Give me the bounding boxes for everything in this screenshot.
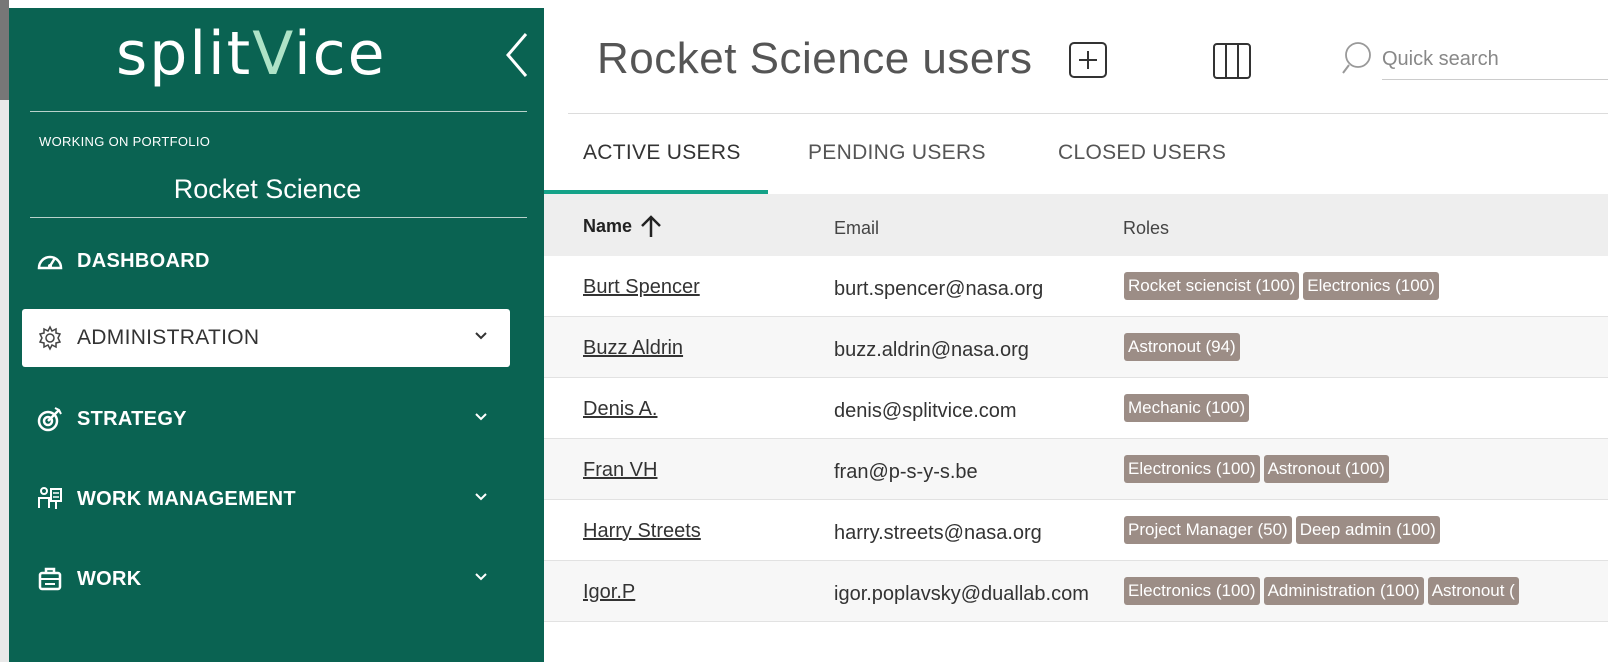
user-email: igor.poplavsky@duallab.com (834, 583, 1089, 605)
role-badge: Astronout (100) (1263, 455, 1389, 483)
search-icon (1341, 40, 1379, 76)
table-row[interactable]: Denis A. denis@splitvice.com Mechanic (1… (544, 378, 1608, 439)
role-badge: Administration (100) (1263, 577, 1424, 605)
sidebar-item-label: STRATEGY (77, 407, 187, 430)
work-management-icon (37, 486, 63, 512)
user-email: fran@p-s-y-s.be (834, 461, 978, 483)
sidebar-item-work-management[interactable]: WORK MANAGEMENT (22, 470, 510, 528)
collapse-sidebar-button[interactable] (499, 30, 535, 80)
gear-icon (37, 325, 63, 351)
sidebar-item-strategy[interactable]: STRATEGY (22, 390, 510, 448)
sidebar-item-label: WORK (77, 567, 142, 590)
user-roles: Mechanic (100) (1124, 394, 1250, 422)
window-edge (0, 0, 9, 662)
portfolio-name[interactable]: Rocket Science (9, 174, 526, 205)
sidebar-item-label: ADMINISTRATION (77, 326, 260, 349)
sidebar-item-label: DASHBOARD (77, 249, 210, 272)
briefcase-icon (37, 566, 63, 592)
user-email: harry.streets@nasa.org (834, 522, 1042, 544)
user-name-link[interactable]: Buzz Aldrin (583, 337, 683, 360)
user-name-link[interactable]: Fran VH (583, 459, 657, 482)
sidebar-divider (30, 217, 527, 218)
tab-active-users[interactable]: ACTIVE USERS (583, 141, 741, 165)
header-divider (568, 113, 1608, 114)
column-header-name[interactable]: Name (583, 214, 662, 238)
sidebar: splitVice WORKING ON PORTFOLIO Rocket Sc… (9, 8, 544, 662)
table-row[interactable]: Harry Streets harry.streets@nasa.org Pro… (544, 500, 1608, 561)
column-header-email[interactable]: Email (834, 218, 879, 239)
user-name-link[interactable]: Harry Streets (583, 520, 701, 543)
user-roles: Rocket sciencist (100) Electronics (100) (1124, 272, 1439, 300)
role-badge: Astronout (94) (1124, 333, 1240, 361)
chevron-down-icon (475, 332, 487, 340)
user-email: denis@splitvice.com (834, 400, 1017, 422)
quick-search-input[interactable] (1382, 40, 1608, 80)
user-name-link[interactable]: Igor.P (583, 581, 635, 604)
window-edge-dark (0, 0, 9, 100)
table-row[interactable]: Burt Spencer burt.spencer@nasa.org Rocke… (544, 256, 1608, 317)
table-row[interactable]: Fran VH fran@p-s-y-s.be Electronics (100… (544, 439, 1608, 500)
columns-icon (1213, 43, 1251, 79)
target-icon (37, 406, 63, 432)
user-email: burt.spencer@nasa.org (834, 278, 1044, 300)
chevron-down-icon (475, 493, 487, 501)
user-roles: Astronout (94) (1124, 333, 1240, 361)
logo-text-split: split (116, 19, 253, 89)
sidebar-item-work[interactable]: WORK (22, 550, 510, 608)
table-header: Name Email Roles (544, 194, 1608, 256)
sidebar-item-dashboard[interactable]: DASHBOARD (22, 232, 510, 290)
column-header-roles[interactable]: Roles (1123, 218, 1169, 239)
user-name-link[interactable]: Denis A. (583, 398, 657, 421)
table-row[interactable]: Buzz Aldrin buzz.aldrin@nasa.org Astrono… (544, 317, 1608, 378)
logo-text-v: V (252, 19, 294, 89)
sort-ascending-arrow-icon (641, 215, 661, 237)
dashboard-gauge-icon (37, 248, 63, 274)
columns-toggle-button[interactable] (1212, 41, 1252, 81)
role-badge: Project Manager (50) (1124, 516, 1292, 544)
add-user-button[interactable] (1068, 41, 1108, 79)
tab-pending-users[interactable]: PENDING USERS (808, 141, 986, 165)
role-badge: Electronics (100) (1124, 577, 1260, 605)
user-name-link[interactable]: Burt Spencer (583, 276, 700, 299)
role-badge: Astronout ( (1427, 577, 1519, 605)
user-roles: Electronics (100) Astronout (100) (1124, 455, 1389, 483)
user-roles: Project Manager (50) Deep admin (100) (1124, 516, 1440, 544)
role-badge: Electronics (100) (1124, 455, 1260, 483)
main-panel: Rocket Science users ACTIVE USERS PENDIN… (544, 0, 1608, 662)
role-badge: Rocket sciencist (100) (1124, 272, 1300, 300)
tab-closed-users[interactable]: CLOSED USERS (1058, 141, 1226, 165)
role-badge: Mechanic (100) (1124, 394, 1250, 422)
plus-box-icon (1069, 42, 1107, 78)
user-roles: Electronics (100) Administration (100) A… (1124, 577, 1519, 605)
sidebar-divider (30, 111, 527, 112)
role-badge: Deep admin (100) (1295, 516, 1440, 544)
chevron-left-icon (506, 33, 528, 77)
role-badge: Electronics (100) (1303, 272, 1439, 300)
sidebar-item-administration[interactable]: ADMINISTRATION (22, 309, 510, 367)
portfolio-label: WORKING ON PORTFOLIO (39, 134, 211, 149)
chevron-down-icon (475, 413, 487, 421)
logo-text-ice: ice (293, 19, 387, 89)
user-email: buzz.aldrin@nasa.org (834, 339, 1029, 361)
table-row[interactable]: Igor.P igor.poplavsky@duallab.com Electr… (544, 561, 1608, 622)
page-title: Rocket Science users (597, 34, 1033, 83)
chevron-down-icon (475, 573, 487, 581)
sidebar-item-label: WORK MANAGEMENT (77, 487, 296, 510)
column-header-name-label: Name (583, 215, 633, 236)
splitvice-logo: splitVice (116, 14, 387, 94)
